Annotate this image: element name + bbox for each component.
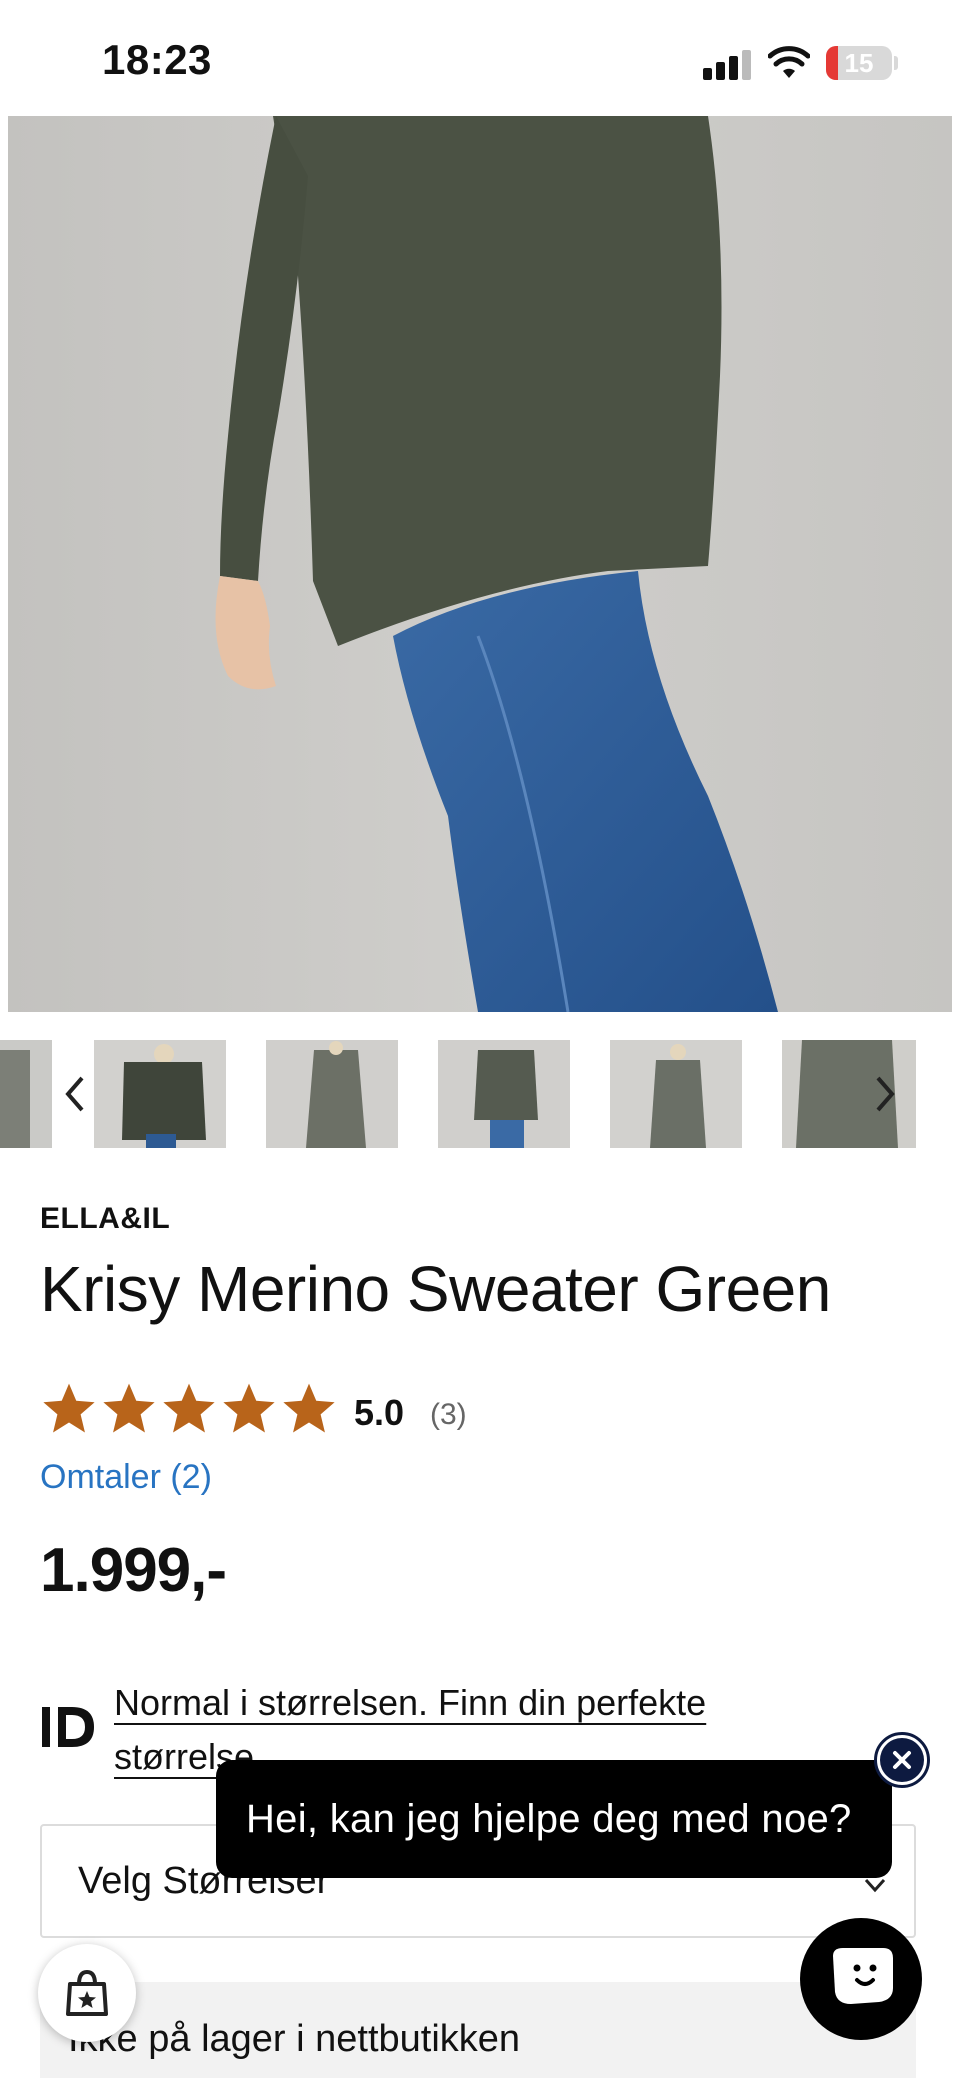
battery-cap [894,56,898,70]
gallery-next-button[interactable] [864,1068,904,1120]
reviews-link[interactable]: Omtaler (2) [40,1458,212,1497]
star-icon [283,1383,335,1433]
id-logo-icon [42,1707,94,1747]
chevron-right-icon [876,1076,895,1112]
thumbnail[interactable] [266,1040,398,1148]
chat-close-button[interactable] [874,1732,930,1788]
battery-percent: 15 [844,48,874,78]
chevron-left-icon [65,1076,84,1112]
thumbnail[interactable] [610,1040,742,1148]
signal-icon [703,48,753,80]
battery-icon: 15 [826,46,892,80]
thumbnail[interactable] [94,1040,226,1148]
star-icon [43,1383,95,1433]
star-icon [103,1383,155,1433]
status-time: 18:23 [102,36,212,83]
chat-greeting-bubble[interactable]: Hei, kan jeg hjelpe deg med noe? [216,1760,892,1878]
chat-bot-face-icon [833,1948,893,2004]
rating-value: 5.0 [354,1392,405,1433]
gallery-prev-button[interactable] [56,1068,96,1120]
product-photo-illustration [8,116,952,1012]
chat-greeting-text: Hei, kan jeg hjelpe deg med noe? [246,1796,852,1841]
star-icon [163,1383,215,1433]
shopping-bag-star-icon [66,1969,108,2016]
shop-button[interactable] [38,1944,136,2042]
close-icon [880,1738,924,1782]
stock-status-text: Ikke på lager i nettbutikken [68,2018,521,2060]
thumbnail[interactable] [438,1040,570,1148]
thumbnail-strip [0,1040,960,1148]
thumbnail[interactable] [0,1040,52,1148]
rating-count: (3) [430,1398,467,1431]
wifi-icon [768,46,810,78]
product-price: 1.999,- [40,1536,227,1605]
product-title: Krisy Merino Sweater Green [40,1253,831,1325]
status-bar: 18:23 15 [0,0,960,116]
product-brand[interactable]: ELLA&IL [40,1202,170,1236]
product-main-image[interactable] [8,116,952,1012]
chat-launcher-button[interactable] [800,1918,922,2040]
star-icon [223,1383,275,1433]
rating-stars[interactable] [40,1380,338,1440]
